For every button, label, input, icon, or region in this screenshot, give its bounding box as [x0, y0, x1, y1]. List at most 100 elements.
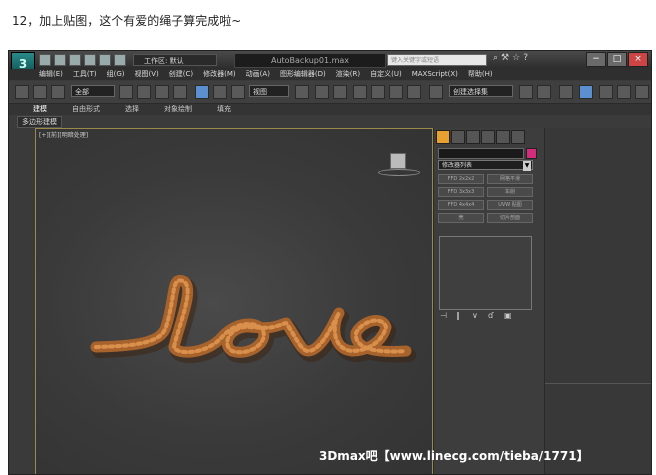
schematic-view-icon[interactable]	[617, 85, 631, 99]
mirror-icon[interactable]	[519, 85, 533, 99]
undo-icon[interactable]	[84, 54, 96, 66]
modifier-button-ffd333[interactable]: FFD 3x3x3	[438, 187, 484, 197]
ribbon-tab-freeform[interactable]: 自由形式	[72, 104, 100, 115]
link-icon[interactable]	[15, 85, 29, 99]
menu-graph-editors[interactable]: 图形编辑器(D)	[280, 69, 326, 80]
help-icon[interactable]: ?	[523, 53, 528, 63]
search-input[interactable]: 键入关键字或短语	[387, 54, 487, 66]
maximize-button[interactable]: □	[607, 52, 627, 67]
redo-icon[interactable]	[99, 54, 111, 66]
favorites-icon[interactable]: ☆	[512, 53, 520, 63]
ribbon-sub-label[interactable]: 多边形建模	[17, 116, 62, 128]
menu-help[interactable]: 帮助(H)	[468, 69, 493, 80]
angle-snap-icon[interactable]	[371, 85, 385, 99]
close-button[interactable]: ×	[628, 52, 648, 67]
save-file-icon[interactable]	[69, 54, 81, 66]
command-panel: 修改器列表 ▼ FFD 2x2x2 网格平滑 FFD 3x3x3 车削 FFD …	[433, 128, 544, 474]
menu-create[interactable]: 创建(C)	[169, 69, 193, 80]
keyboard-shortcut-icon[interactable]	[333, 85, 347, 99]
modifier-button-uvw-map[interactable]: UVW 贴图	[487, 200, 533, 210]
left-strip	[9, 128, 35, 474]
menu-edit[interactable]: 编辑(E)	[39, 69, 63, 80]
make-unique-icon[interactable]: ∨	[472, 312, 480, 320]
snaps-toggle-icon[interactable]	[353, 85, 367, 99]
ribbon-tab-modeling[interactable]: 建模	[33, 104, 47, 115]
object-name-field[interactable]	[438, 148, 524, 159]
remove-modifier-icon[interactable]: ɗ	[488, 312, 496, 320]
workspace-dropdown[interactable]: 工作区: 默认	[133, 54, 217, 66]
material-editor-icon[interactable]	[635, 85, 649, 99]
menu-maxscript[interactable]: MAXScript(X)	[412, 69, 458, 80]
rotate-icon[interactable]	[213, 85, 227, 99]
bind-space-warp-icon[interactable]	[51, 85, 65, 99]
modifier-button-ffd444[interactable]: FFD 4x4x4	[438, 200, 484, 210]
front-viewport[interactable]: [+][前][明暗处理]	[35, 128, 433, 475]
main-toolbar: 全部 视图 创建选择集	[9, 81, 651, 104]
unlink-icon[interactable]	[33, 85, 47, 99]
named-selection-dropdown[interactable]: 创建选择集	[449, 85, 513, 97]
motion-icon[interactable]	[481, 130, 495, 144]
layer-manager-icon[interactable]	[559, 85, 573, 99]
modifier-list-label: 修改器列表	[442, 162, 473, 169]
modifier-button-shell[interactable]: 壳	[438, 213, 484, 223]
modifier-button-lathe[interactable]: 车削	[487, 187, 533, 197]
search-icon[interactable]: ⌕	[493, 53, 498, 63]
modifier-button-meshsmooth[interactable]: 网格平滑	[487, 174, 533, 184]
watermark-text: 3Dmax吧【www.linecg.com/tieba/1771】	[319, 449, 589, 463]
app-window: 3 工作区: 默认 AutoBackup01.max 键入关键字或短语 ⌕ ⚒ …	[8, 50, 652, 475]
project-folder-icon[interactable]	[114, 54, 126, 66]
curve-editor-icon[interactable]	[599, 85, 613, 99]
minimize-button[interactable]: −	[586, 52, 606, 67]
menu-tools[interactable]: 工具(T)	[73, 69, 97, 80]
utilities-icon[interactable]	[511, 130, 525, 144]
display-icon[interactable]	[496, 130, 510, 144]
ribbon-tab-selection[interactable]: 选择	[125, 104, 139, 115]
menu-customize[interactable]: 自定义(U)	[370, 69, 402, 80]
tools-icon[interactable]: ⚒	[501, 53, 509, 63]
modifier-list-dropdown[interactable]: 修改器列表 ▼	[438, 160, 533, 171]
edit-named-selection-icon[interactable]	[429, 85, 443, 99]
manipulate-icon[interactable]	[315, 85, 329, 99]
reference-coordinate-dropdown[interactable]: 视图	[249, 85, 289, 97]
rope-body	[90, 275, 412, 358]
command-panel-tabs	[436, 130, 525, 144]
percent-snap-icon[interactable]	[389, 85, 403, 99]
rope-strokes	[90, 275, 416, 364]
ribbon-tab-populate[interactable]: 填充	[217, 104, 231, 115]
hierarchy-icon[interactable]	[466, 130, 480, 144]
move-icon[interactable]	[195, 85, 209, 99]
modify-icon[interactable]	[451, 130, 465, 144]
window-title: AutoBackup01.max	[234, 53, 386, 68]
create-icon[interactable]	[436, 130, 450, 144]
pin-stack-icon[interactable]: ⊣	[440, 312, 448, 320]
show-end-result-icon[interactable]: ‖	[456, 312, 464, 320]
title-tools: ⌕ ⚒ ☆ ?	[493, 53, 528, 63]
rectangular-selection-icon[interactable]	[155, 85, 169, 99]
window-crossing-icon[interactable]	[173, 85, 187, 99]
menu-animation[interactable]: 动画(A)	[246, 69, 270, 80]
selection-filter-dropdown[interactable]: 全部	[71, 85, 115, 97]
select-object-icon[interactable]	[119, 85, 133, 99]
menu-modifiers[interactable]: 修改器(M)	[203, 69, 236, 80]
select-by-name-icon[interactable]	[137, 85, 151, 99]
menu-rendering[interactable]: 渲染(R)	[336, 69, 360, 80]
new-file-icon[interactable]	[39, 54, 51, 66]
open-file-icon[interactable]	[54, 54, 66, 66]
menu-views[interactable]: 视图(V)	[135, 69, 159, 80]
stack-controls: ⊣ ‖ ∨ ɗ ▣	[440, 312, 512, 320]
modifier-button-ffd222[interactable]: FFD 2x2x2	[438, 174, 484, 184]
ribbon-tab-object-paint[interactable]: 对象绘制	[164, 104, 192, 115]
align-icon[interactable]	[537, 85, 551, 99]
modifier-stack-box[interactable]	[439, 236, 532, 310]
menu-group[interactable]: 组(G)	[107, 69, 125, 80]
love-rope-model[interactable]	[36, 129, 433, 475]
scale-icon[interactable]	[231, 85, 245, 99]
spinner-snap-icon[interactable]	[407, 85, 421, 99]
pivot-center-icon[interactable]	[295, 85, 309, 99]
object-color-swatch[interactable]	[526, 148, 537, 159]
quick-access-toolbar	[39, 54, 126, 66]
modifier-button-slice[interactable]: 切片剖面	[487, 213, 533, 223]
right-panel	[544, 128, 651, 474]
configure-sets-icon[interactable]: ▣	[504, 312, 512, 320]
graphite-ribbon-icon[interactable]	[579, 85, 593, 99]
